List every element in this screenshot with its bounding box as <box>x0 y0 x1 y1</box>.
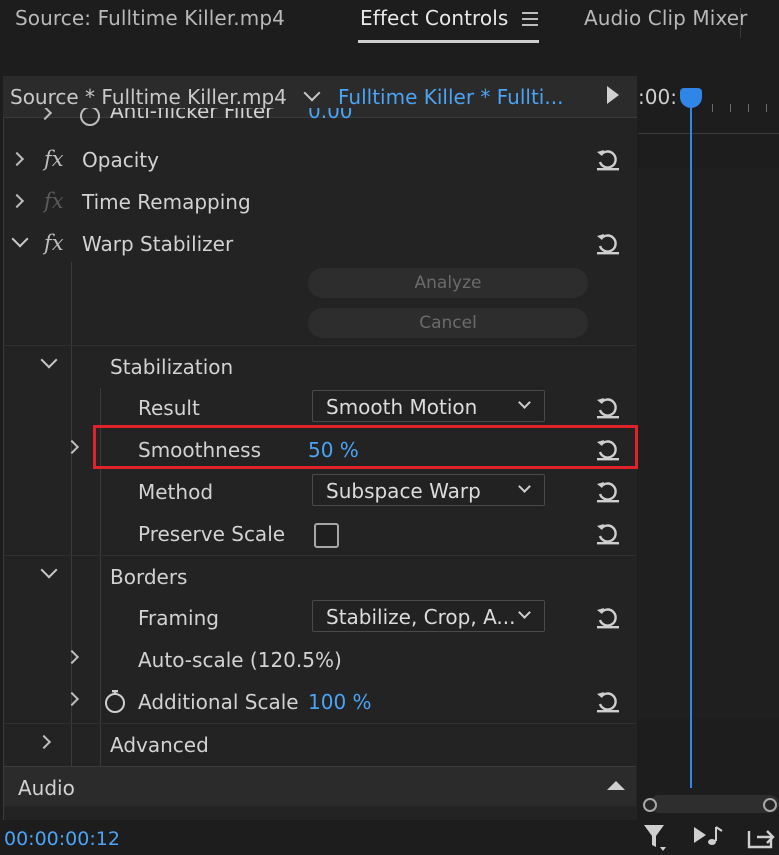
ruler-tick <box>730 104 731 112</box>
framing-row: Framing Stabilize, Crop, A... <box>4 597 636 639</box>
preserve-scale-checkbox[interactable] <box>314 523 339 548</box>
warp-stabilizer-label: Warp Stabilizer <box>82 232 234 256</box>
panel-tab-bar: Source: Fulltime Killer.mp4 Effect Contr… <box>0 0 779 52</box>
method-value: Subspace Warp <box>326 479 481 503</box>
warp-stabilizer-row[interactable]: fx Warp Stabilizer <box>4 223 636 265</box>
tab-effect-controls[interactable]: Effect Controls <box>360 6 508 30</box>
chevron-right-icon[interactable] <box>64 691 80 707</box>
chevron-right-icon[interactable] <box>64 649 80 665</box>
chevron-right-icon[interactable] <box>64 439 80 455</box>
fx-icon[interactable]: fx <box>44 231 64 255</box>
anti-flicker-label: Anti-flicker Filter <box>110 108 274 123</box>
ruler-time-label: :00: <box>638 85 677 109</box>
reset-icon[interactable] <box>594 394 622 420</box>
source-clip-label[interactable]: Source * Fulltime Killer.mp4 <box>10 85 287 109</box>
reset-icon[interactable] <box>594 478 622 504</box>
additional-scale-label: Additional Scale <box>138 690 299 714</box>
chevron-down-icon <box>518 606 531 619</box>
tab-divider <box>740 8 741 38</box>
framing-dropdown[interactable]: Stabilize, Crop, A... <box>312 600 545 632</box>
stabilization-label: Stabilization <box>110 355 234 379</box>
filter-icon[interactable] <box>642 823 670 853</box>
ruler-tick <box>766 104 767 112</box>
ruler-tick <box>712 104 713 112</box>
sequence-clip-label[interactable]: Fulltime Killer * Fullti... <box>338 85 563 109</box>
borders-label: Borders <box>110 565 188 589</box>
result-dropdown[interactable]: Smooth Motion <box>312 390 545 422</box>
reset-icon[interactable] <box>594 230 622 256</box>
time-remapping-row[interactable]: fx Time Remapping <box>4 181 636 223</box>
method-label: Method <box>138 480 214 504</box>
chevron-down-icon <box>518 480 531 493</box>
result-label: Result <box>138 396 200 420</box>
fx-icon[interactable]: fx <box>44 147 64 171</box>
scrollbar-left-handle[interactable] <box>643 798 657 812</box>
export-icon[interactable] <box>745 823 779 851</box>
fx-icon: fx <box>44 189 64 213</box>
chevron-down-icon[interactable] <box>40 561 58 579</box>
reset-icon[interactable] <box>594 146 622 172</box>
auto-scale-label: Auto-scale (120.5%) <box>138 648 342 672</box>
result-value: Smooth Motion <box>326 395 478 419</box>
advanced-label: Advanced <box>110 733 209 757</box>
opacity-row[interactable]: fx Opacity <box>4 139 636 181</box>
chevron-right-icon[interactable] <box>37 108 53 121</box>
play-icon[interactable] <box>607 86 619 104</box>
framing-label: Framing <box>138 606 219 630</box>
cancel-button[interactable]: Cancel <box>308 308 588 338</box>
result-row: Result Smooth Motion <box>4 387 636 429</box>
method-row: Method Subspace Warp <box>4 471 636 513</box>
auto-scale-row: Auto-scale (120.5%) <box>4 639 636 681</box>
additional-scale-value[interactable]: 100 % <box>308 690 372 714</box>
chevron-right-icon[interactable] <box>36 734 52 750</box>
time-remapping-label: Time Remapping <box>82 190 251 214</box>
chevron-down-icon <box>518 396 531 409</box>
timeline-zoom-scrollbar[interactable] <box>650 795 779 813</box>
chevron-right-icon[interactable] <box>9 193 25 209</box>
anti-flicker-value[interactable]: 0.00 <box>308 108 353 123</box>
smoothness-highlight-box <box>93 425 638 469</box>
time-ruler[interactable]: :00: <box>638 76 779 134</box>
current-timecode[interactable]: 00:00:00:12 <box>4 828 120 850</box>
reset-icon[interactable] <box>594 520 622 546</box>
audio-section-header[interactable]: Audio <box>4 766 636 806</box>
reset-icon[interactable] <box>594 688 622 714</box>
reset-icon[interactable] <box>594 604 622 630</box>
play-audio-icon[interactable] <box>692 823 724 851</box>
chevron-right-icon[interactable] <box>9 151 25 167</box>
scrollbar-right-handle[interactable] <box>763 798 777 812</box>
additional-scale-row: Additional Scale 100 % <box>4 681 636 723</box>
preserve-scale-row: Preserve Scale <box>4 513 636 555</box>
anti-flicker-row: Anti-flicker Filter 0.00 <box>4 108 636 128</box>
advanced-row[interactable]: Advanced <box>4 723 636 765</box>
analyze-button[interactable]: Analyze <box>308 268 588 298</box>
chevron-down-icon[interactable] <box>303 84 321 102</box>
collapse-up-icon[interactable] <box>607 781 625 790</box>
chevron-down-icon[interactable] <box>11 230 29 248</box>
stabilization-row[interactable]: Stabilization <box>4 345 636 387</box>
method-dropdown[interactable]: Subspace Warp <box>312 474 545 506</box>
audio-label: Audio <box>18 776 75 800</box>
framing-value: Stabilize, Crop, A... <box>326 605 516 629</box>
chevron-down-icon[interactable] <box>40 351 58 369</box>
tab-audio-clip-mixer[interactable]: Audio Clip Mixer <box>584 6 748 30</box>
panel-menu-icon[interactable] <box>522 12 538 26</box>
stopwatch-icon[interactable] <box>103 688 127 714</box>
stopwatch-icon[interactable] <box>80 108 100 126</box>
ruler-tick <box>748 104 749 112</box>
timeline-clip-area <box>638 168 779 718</box>
borders-row[interactable]: Borders <box>4 555 636 597</box>
preserve-scale-label: Preserve Scale <box>138 522 286 546</box>
tab-source[interactable]: Source: Fulltime Killer.mp4 <box>15 6 285 30</box>
playhead-line[interactable] <box>690 100 692 788</box>
active-tab-indicator <box>358 40 539 43</box>
opacity-label: Opacity <box>82 148 159 172</box>
